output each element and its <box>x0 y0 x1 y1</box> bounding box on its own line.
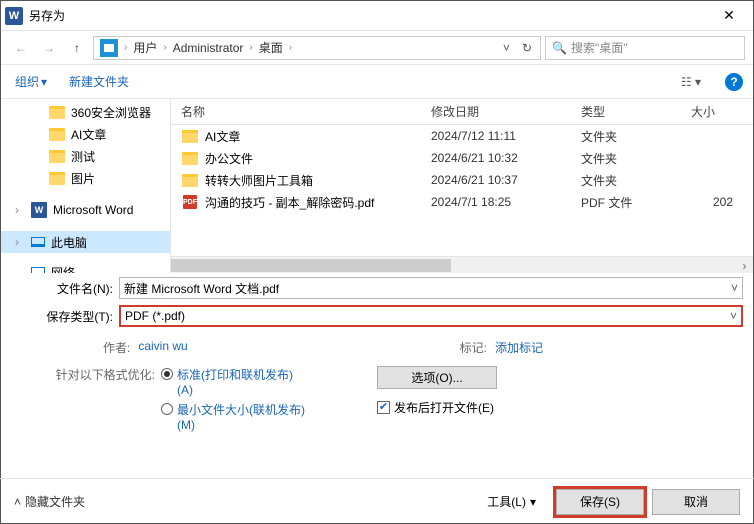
col-date[interactable]: 修改日期 <box>431 103 581 120</box>
breadcrumb-segment[interactable]: Administrator <box>169 41 248 55</box>
sidebar-item[interactable]: 测试 <box>1 145 170 167</box>
close-button[interactable]: ✕ <box>709 2 749 30</box>
sidebar-item-word[interactable]: ›WMicrosoft Word <box>1 199 170 221</box>
author-value[interactable]: caivin wu <box>138 339 187 353</box>
optimize-min-radio[interactable]: 最小文件大小(联机发布)(M) <box>161 401 307 432</box>
file-row[interactable]: 转转大师图片工具箱2024/6/21 10:37文件夹 <box>171 169 753 191</box>
sidebar-item-network[interactable]: 网络 <box>1 261 170 273</box>
author-label: 作者: <box>103 339 130 356</box>
col-type[interactable]: 类型 <box>581 103 691 120</box>
chevron-down-icon[interactable]: ˅ <box>731 281 738 295</box>
drive-icon <box>100 39 118 57</box>
organize-button[interactable]: 组织 ▾ <box>11 71 51 92</box>
word-icon: W <box>31 202 47 218</box>
sidebar-item[interactable]: AI文章 <box>1 123 170 145</box>
chevron-down-icon: ▾ <box>41 75 47 89</box>
folder-icon <box>182 174 198 187</box>
folder-icon <box>182 130 198 143</box>
optimize-standard-radio[interactable]: 标准(打印和联机发布)(A) <box>161 366 307 397</box>
search-placeholder: 搜索"桌面" <box>571 39 628 56</box>
search-input[interactable]: 🔍 搜索"桌面" <box>545 36 745 60</box>
scrollbar-thumb[interactable] <box>171 259 451 272</box>
window-title: 另存为 <box>29 7 709 24</box>
filename-input[interactable]: 新建 Microsoft Word 文档.pdf˅ <box>119 277 743 299</box>
nav-forward-icon: → <box>37 36 61 60</box>
scroll-right-icon[interactable]: › <box>736 257 753 274</box>
chevron-down-icon[interactable]: ˅ <box>730 309 737 323</box>
breadcrumb-segment[interactable]: 桌面 <box>255 39 287 56</box>
open-after-checkbox[interactable]: ✔发布后打开文件(E) <box>377 399 497 416</box>
folder-icon <box>49 128 65 141</box>
view-mode-button[interactable]: ☷ ▾ <box>681 75 701 89</box>
app-word-icon: W <box>5 7 23 25</box>
radio-icon <box>161 368 173 380</box>
cancel-button[interactable]: 取消 <box>652 489 740 515</box>
chevron-up-icon: ˄ <box>14 495 21 509</box>
new-folder-button[interactable]: 新建文件夹 <box>65 71 133 92</box>
hide-folders-toggle[interactable]: ˄隐藏文件夹 <box>14 493 85 510</box>
folder-icon <box>49 106 65 119</box>
chevron-right-icon: › <box>287 42 294 53</box>
pc-icon <box>31 237 45 247</box>
breadcrumb-dropdown-icon[interactable]: ˅ <box>497 41 516 55</box>
file-row[interactable]: 办公文件2024/6/21 10:32文件夹 <box>171 147 753 169</box>
filetype-label: 保存类型(T): <box>11 308 119 325</box>
save-button[interactable]: 保存(S) <box>556 489 644 515</box>
col-size[interactable]: 大小 <box>691 103 753 120</box>
refresh-icon[interactable]: ↻ <box>516 41 538 55</box>
file-list[interactable]: AI文章2024/7/12 11:11文件夹 办公文件2024/6/21 10:… <box>171 125 753 256</box>
nav-up-icon[interactable]: ↑ <box>65 36 89 60</box>
sidebar-item-pc[interactable]: ›此电脑 <box>1 231 170 253</box>
folder-icon <box>49 172 65 185</box>
tags-value[interactable]: 添加标记 <box>495 339 543 356</box>
chevron-right-icon: › <box>15 235 25 249</box>
horizontal-scrollbar[interactable]: ‹ › <box>171 256 753 273</box>
options-button[interactable]: 选项(O)... <box>377 366 497 389</box>
tags-label: 标记: <box>460 339 487 356</box>
sidebar-item[interactable]: 图片 <box>1 167 170 189</box>
column-headers[interactable]: 名称 修改日期 类型 大小 <box>171 99 753 125</box>
optimize-label: 针对以下格式优化: <box>35 366 161 434</box>
folder-tree[interactable]: 360安全浏览器 AI文章 测试 图片 ›WMicrosoft Word ›此电… <box>1 99 171 273</box>
breadcrumb[interactable]: › 用户 › Administrator › 桌面 › ˅ ↻ <box>93 36 541 60</box>
tools-dropdown[interactable]: 工具(L) ▾ <box>487 493 536 510</box>
checkbox-icon: ✔ <box>377 401 390 414</box>
filename-label: 文件名(N): <box>11 280 119 297</box>
nav-back-icon[interactable]: ← <box>9 36 33 60</box>
chevron-right-icon: › <box>15 203 25 217</box>
file-row[interactable]: AI文章2024/7/12 11:11文件夹 <box>171 125 753 147</box>
file-row[interactable]: PDF沟通的技巧 - 副本_解除密码.pdf2024/7/1 18:25PDF … <box>171 191 753 213</box>
chevron-right-icon: › <box>122 42 129 53</box>
sidebar-item[interactable]: 360安全浏览器 <box>1 101 170 123</box>
chevron-right-icon: › <box>247 42 254 53</box>
chevron-right-icon: › <box>161 42 168 53</box>
chevron-down-icon: ▾ <box>530 495 536 509</box>
pdf-icon: PDF <box>183 195 197 209</box>
filetype-select[interactable]: PDF (*.pdf)˅ <box>119 305 743 327</box>
radio-icon <box>161 403 173 415</box>
help-icon[interactable]: ? <box>725 73 743 91</box>
col-name[interactable]: 名称 <box>181 103 431 120</box>
network-icon <box>31 267 45 273</box>
folder-icon <box>49 150 65 163</box>
folder-icon <box>182 152 198 165</box>
search-icon: 🔍 <box>552 41 567 55</box>
breadcrumb-segment[interactable]: 用户 <box>129 39 161 56</box>
